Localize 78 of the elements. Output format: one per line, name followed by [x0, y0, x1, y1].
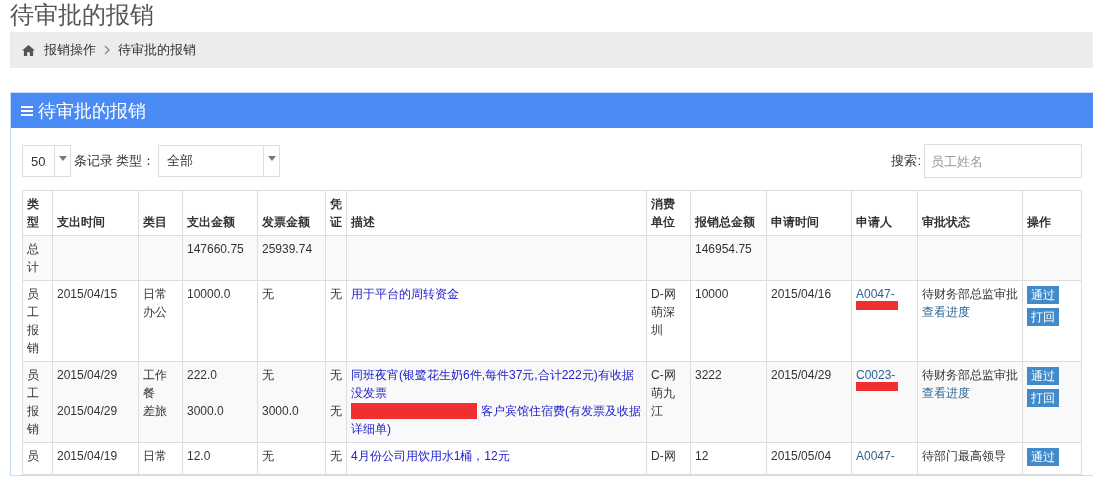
status-text: 待财务部总监审批	[922, 367, 1018, 384]
type-select[interactable]: 全部	[158, 145, 280, 177]
table-cell: 日常办公	[143, 287, 167, 319]
caret-icon	[58, 156, 67, 161]
action-button[interactable]: 通过	[1027, 367, 1059, 385]
menu-icon	[21, 105, 33, 116]
table-cell: 3000.0	[187, 404, 224, 418]
table-cell: 10000.0	[187, 287, 231, 301]
table-cell: 12.0	[187, 449, 211, 463]
table-cell: 无	[262, 449, 274, 463]
table-cell: 2015/04/19	[57, 449, 118, 463]
column-header: 消费单位	[646, 190, 691, 236]
column-header: 审批状态	[917, 190, 1023, 236]
column-header: 发票金额	[257, 190, 326, 236]
caret-icon	[267, 156, 276, 161]
table-cell: 无	[330, 449, 342, 463]
table-cell: 工作餐	[143, 368, 167, 400]
progress-link[interactable]: 查看进度	[922, 303, 1018, 321]
description-link[interactable]: 同班夜宵(银鹭花生奶6件,每件37元,合计222元)有收据没发票	[351, 366, 642, 402]
action-button[interactable]: 打回	[1027, 308, 1059, 326]
column-header: 类目	[138, 190, 183, 236]
page-title: 待审批的报销	[10, 0, 155, 30]
table-cell: 员工报销	[22, 361, 53, 443]
table-cell: 2015/04/15	[57, 287, 118, 301]
column-header: 报销总金额	[690, 190, 767, 236]
table-cell: 3222	[690, 361, 767, 443]
table-cell: 2015/04/16	[766, 280, 852, 362]
breadcrumb-item[interactable]: 报销操作	[44, 41, 96, 59]
column-header: 支出金额	[182, 190, 258, 236]
table-cell: C-网萌九江	[646, 361, 691, 443]
table-cell: 无	[330, 368, 342, 382]
status-text: 待部门最高领导	[922, 448, 1007, 465]
action-button[interactable]: 打回	[1027, 389, 1059, 407]
action-button[interactable]: 通过	[1027, 286, 1059, 304]
table-cell: 日常	[143, 449, 167, 463]
table-cell: 2015/05/04	[766, 442, 852, 475]
table-cell: 无	[330, 404, 342, 418]
search-label: 搜索:	[891, 152, 921, 170]
panel-title: 待审批的报销	[38, 99, 146, 123]
table-cell: 146954.75	[690, 235, 767, 281]
table-cell: 222.0	[187, 368, 218, 382]
column-header: 申请时间	[766, 190, 852, 236]
progress-link[interactable]: 查看进度	[922, 384, 1018, 402]
table-cell: 无	[262, 368, 274, 382]
table-cell: D-网萌深圳	[646, 280, 691, 362]
description-link[interactable]: 客户宾馆住宿费(有发票及收据详细单)	[351, 402, 642, 438]
table-cell: 2015/04/29	[57, 368, 118, 382]
table-cell: 147660.75	[182, 235, 258, 281]
table-cell: 2015/04/29	[766, 361, 852, 443]
status-text: 待财务部总监审批	[922, 286, 1018, 303]
table-cell: 员工报销	[22, 280, 53, 362]
table-cell: 无	[262, 287, 274, 301]
records-label: 条记录	[74, 152, 113, 170]
table-cell: 无	[330, 287, 342, 301]
table-cell: 总计	[22, 235, 53, 281]
column-header: 描述	[346, 190, 647, 236]
applicant-link[interactable]: C0023-	[856, 366, 913, 384]
table-cell: 员	[22, 442, 53, 475]
column-header: 操作	[1022, 190, 1082, 236]
table-cell: 25939.74	[257, 235, 326, 281]
column-header: 支出时间	[52, 190, 139, 236]
home-icon	[22, 44, 35, 56]
page-size-select[interactable]: 50	[22, 145, 71, 177]
applicant-link[interactable]: A0047-	[856, 285, 913, 303]
column-header: 类型	[22, 190, 53, 236]
table-cell: 2015/04/29	[57, 404, 118, 418]
search-field[interactable]: 员工姓名	[924, 144, 1082, 178]
breadcrumb-item: 待审批的报销	[118, 41, 196, 59]
table-cell: 10000	[690, 280, 767, 362]
column-header: 凭证	[325, 190, 347, 236]
chevron-icon	[104, 45, 110, 55]
action-button[interactable]: 通过	[1027, 448, 1059, 466]
table-cell: 12	[690, 442, 767, 475]
column-header: 申请人	[851, 190, 918, 236]
table-cell: 差旅	[143, 404, 167, 418]
table-cell: 3000.0	[262, 404, 299, 418]
table-cell: D-网	[646, 442, 691, 475]
type-label: 类型：	[116, 152, 155, 170]
